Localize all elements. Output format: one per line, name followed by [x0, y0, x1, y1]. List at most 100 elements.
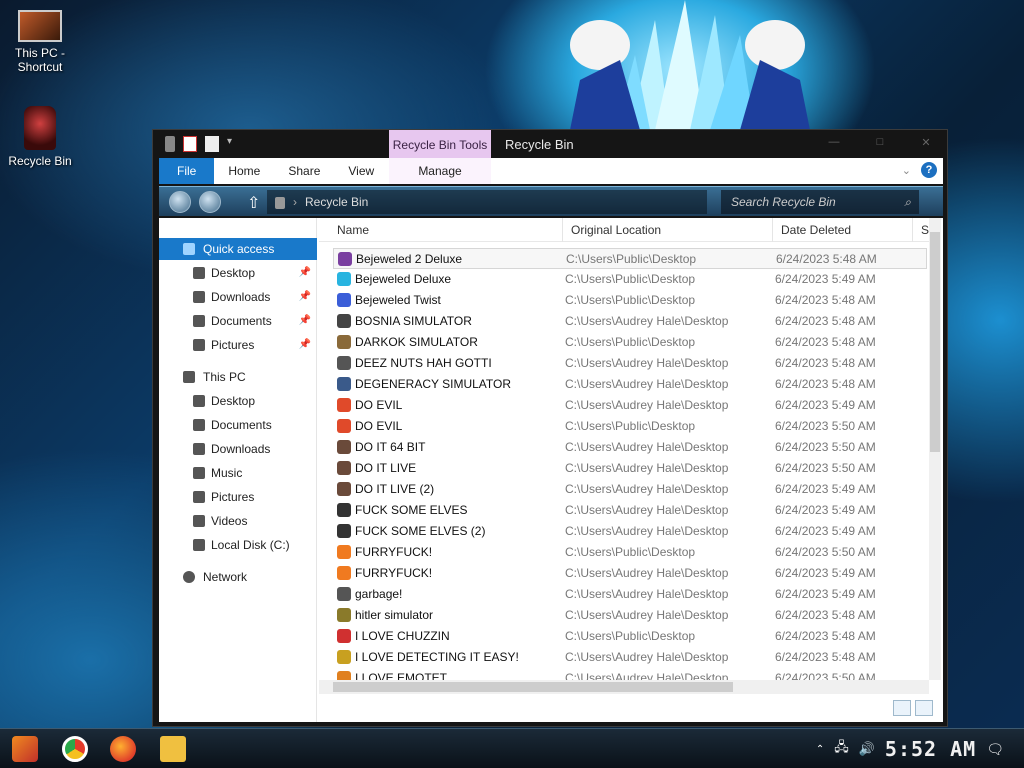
search-input[interactable]: Search Recycle Bin ⌕ [721, 190, 919, 214]
desktop-icon-recycle-bin[interactable]: Recycle Bin [0, 106, 80, 168]
nav-quick-pictures[interactable]: Pictures 📌 [159, 334, 317, 356]
nav-pc-pictures[interactable]: Pictures [159, 486, 317, 508]
forward-button[interactable] [199, 191, 221, 213]
nav-quick-desktop[interactable]: Desktop 📌 [159, 262, 317, 284]
nav-pc-downloads[interactable]: Downloads [159, 438, 317, 460]
tab-share[interactable]: Share [274, 158, 334, 184]
clock[interactable]: 5:52 AM [885, 737, 976, 761]
horizontal-scrollbar[interactable] [319, 680, 929, 694]
close-icon[interactable]: ✕ [913, 136, 939, 149]
file-icon [337, 314, 351, 328]
nav-pc-music[interactable]: Music [159, 462, 317, 484]
scrollbar-thumb[interactable] [930, 232, 940, 452]
original-location: C:\Users\Audrey Hale\Desktop [565, 524, 729, 538]
date-deleted: 6/24/2023 5:50 AM [775, 440, 876, 454]
file-row[interactable]: I LOVE DETECTING IT EASY! C:\Users\Audrey… [333, 647, 927, 668]
address-field[interactable]: › Recycle Bin [267, 190, 707, 214]
date-deleted: 6/24/2023 5:49 AM [775, 272, 876, 286]
original-location: C:\Users\Audrey Hale\Desktop [565, 461, 729, 475]
original-location: C:\Users\Audrey Hale\Desktop [565, 608, 729, 622]
file-name: BOSNIA SIMULATOR [355, 314, 472, 328]
tab-home[interactable]: Home [214, 158, 274, 184]
file-name: DEGENERACY SIMULATOR [355, 377, 512, 391]
file-name: DO EVIL [355, 398, 403, 412]
file-row[interactable]: Bejeweled Deluxe C:\Users\Public\Desktop 6… [333, 269, 927, 290]
taskbar: ⌃ 🖧 🔊 5:52 AM 🗨 [0, 728, 1024, 768]
file-row[interactable]: BOSNIA SIMULATOR C:\Users\Audrey Hale\Des… [333, 311, 927, 332]
nav-quick-downloads[interactable]: Downloads 📌 [159, 286, 317, 308]
file-row[interactable]: hitler simulator C:\Users\Audrey Hale\Des… [333, 605, 927, 626]
tab-manage[interactable]: Manage [389, 158, 491, 184]
desktop-icon [193, 267, 205, 279]
file-explorer-icon[interactable] [160, 736, 186, 762]
file-icon [337, 440, 351, 454]
maximize-icon[interactable]: □ [867, 136, 893, 149]
details-view-icon[interactable] [893, 700, 911, 716]
column-header-date[interactable]: Date Deleted [773, 218, 913, 242]
file-row[interactable]: FURRYFUCK! C:\Users\Public\Desktop 6/24/20… [333, 542, 927, 563]
file-row[interactable]: DO EVIL C:\Users\Public\Desktop 6/24/2023 … [333, 416, 927, 437]
file-row[interactable]: DEGENERACY SIMULATOR C:\Users\Audrey Hale… [333, 374, 927, 395]
nav-pc-documents[interactable]: Documents [159, 414, 317, 436]
file-name: DARKOK SIMULATOR [355, 335, 478, 349]
nav-pc-videos[interactable]: Videos [159, 510, 317, 532]
star-icon [183, 243, 195, 255]
file-row[interactable]: Bejeweled 2 Deluxe C:\Users\Public\Deskto… [333, 248, 927, 269]
desktop-icon-label: Recycle Bin [8, 154, 72, 168]
file-row[interactable]: garbage! C:\Users\Audrey Hale\Desktop 6/24… [333, 584, 927, 605]
large-icons-view-icon[interactable] [915, 700, 933, 716]
help-icon[interactable]: ? [921, 162, 937, 178]
volume-icon[interactable]: 🔊 [859, 741, 875, 757]
nav-quick-documents[interactable]: Documents 📌 [159, 310, 317, 332]
scrollbar-thumb[interactable] [333, 682, 733, 692]
column-header-row: Name Original Location Date Deleted Si [319, 218, 932, 242]
downloads-icon [193, 291, 205, 303]
tab-file[interactable]: File [159, 158, 215, 184]
up-arrow-icon[interactable]: ⇧ [247, 193, 260, 213]
date-deleted: 6/24/2023 5:49 AM [775, 398, 876, 412]
expand-ribbon-icon[interactable]: ⌄ [902, 164, 911, 177]
new-folder-icon[interactable] [205, 136, 219, 152]
nav-quick-access[interactable]: Quick access [159, 238, 317, 260]
file-row[interactable]: DO IT 64 BIT C:\Users\Audrey Hale\Desktop… [333, 437, 927, 458]
file-row[interactable]: I LOVE CHUZZIN C:\Users\Public\Desktop 6/2… [333, 626, 927, 647]
recycle-bin-tools-tab[interactable]: Recycle Bin Tools [389, 130, 491, 158]
file-row[interactable]: DEEZ NUTS HAH GOTTI C:\Users\Audrey Hale\… [333, 353, 927, 374]
network-icon[interactable]: 🖧 [834, 738, 849, 760]
file-row[interactable]: DO IT LIVE C:\Users\Audrey Hale\Desktop 6/… [333, 458, 927, 479]
file-icon [337, 503, 351, 517]
file-row[interactable]: FURRYFUCK! C:\Users\Audrey Hale\Desktop 6/… [333, 563, 927, 584]
file-name: FUCK SOME ELVES [355, 503, 468, 517]
file-row[interactable]: FUCK SOME ELVES (2) C:\Users\Audrey Hale\… [333, 521, 927, 542]
firefox-icon[interactable] [110, 736, 136, 762]
nav-network[interactable]: Network [159, 566, 317, 588]
column-header-location[interactable]: Original Location [563, 218, 773, 242]
minimize-icon[interactable]: — [821, 136, 847, 149]
start-button[interactable] [12, 736, 38, 762]
notifications-icon[interactable]: 🗨 [986, 741, 1004, 758]
file-row[interactable]: DARKOK SIMULATOR C:\Users\Public\Desktop 6… [333, 332, 927, 353]
file-name: DO EVIL [355, 419, 403, 433]
nav-pc-desktop[interactable]: Desktop [159, 390, 317, 412]
tab-view[interactable]: View [334, 158, 388, 184]
date-deleted: 6/24/2023 5:50 AM [775, 419, 876, 433]
nav-this-pc[interactable]: This PC [159, 366, 317, 388]
back-button[interactable] [169, 191, 191, 213]
column-header-name[interactable]: Name [329, 218, 563, 242]
file-row[interactable]: Bejeweled Twist C:\Users\Public\Desktop 6/… [333, 290, 927, 311]
file-name: hitler simulator [355, 608, 434, 622]
desktop-icon-this-pc[interactable]: This PC - Shortcut [0, 10, 80, 74]
original-location: C:\Users\Public\Desktop [565, 272, 696, 286]
chevron-down-icon[interactable]: ▾ [227, 136, 237, 152]
vertical-scrollbar[interactable] [929, 218, 941, 680]
file-row[interactable]: FUCK SOME ELVES C:\Users\Audrey Hale\Desk… [333, 500, 927, 521]
date-deleted: 6/24/2023 5:49 AM [775, 524, 876, 538]
chevron-up-icon[interactable]: ⌃ [816, 744, 824, 755]
file-row[interactable]: DO IT LIVE (2) C:\Users\Audrey Hale\Deskt… [333, 479, 927, 500]
properties-icon[interactable] [183, 136, 197, 152]
music-icon [193, 467, 205, 479]
chrome-icon[interactable] [62, 736, 88, 762]
drive-icon [193, 539, 205, 551]
file-row[interactable]: DO EVIL C:\Users\Audrey Hale\Desktop 6/24/… [333, 395, 927, 416]
nav-pc-local-disk[interactable]: Local Disk (C:) [159, 534, 317, 556]
